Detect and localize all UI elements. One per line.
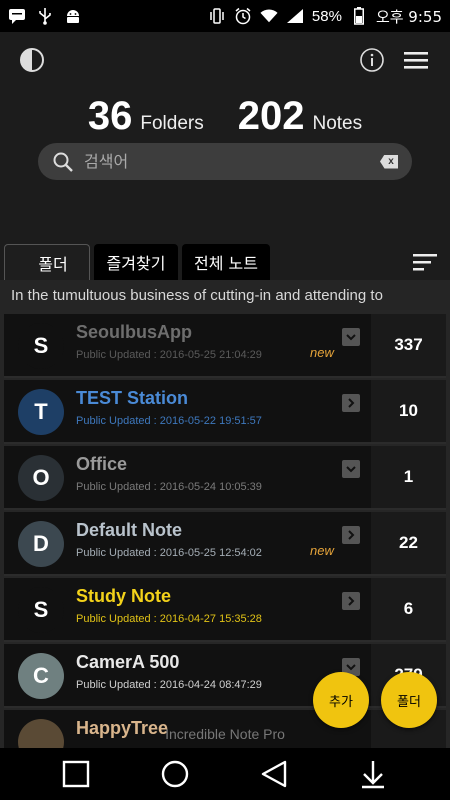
square-icon <box>62 760 90 788</box>
tab-favorites[interactable]: 즐겨찾기 <box>94 244 178 280</box>
back-button[interactable] <box>258 758 290 790</box>
chevron-right-icon <box>348 530 355 540</box>
summary-counts: 36 Folders 202 Notes <box>0 94 450 139</box>
chevron-down-icon <box>346 664 356 671</box>
tab-all-notes-label: 전체 노트 <box>194 254 258 273</box>
folder-title: CamerA 500 <box>76 652 180 672</box>
folder-title: Default Note <box>76 520 183 540</box>
folder-list-item[interactable]: T TEST Station Public Updated : 2016-05-22… <box>4 380 446 444</box>
top-bar <box>0 32 450 90</box>
folder-avatar: S <box>18 587 64 633</box>
tab-all-notes[interactable]: 전체 노트 <box>182 244 270 280</box>
clear-search-button[interactable]: x <box>380 154 398 169</box>
expand-button[interactable] <box>342 394 360 412</box>
info-icon <box>360 48 384 72</box>
note-count: 10 <box>371 380 446 442</box>
folder-updated-date: Public Updated : 2016-05-25 12:54:02 <box>76 547 262 559</box>
folder-list-item[interactable]: C CamerA 500 Public Updated : 2016-04-24 0… <box>4 644 446 708</box>
folder-avatar: D <box>18 521 64 567</box>
folder-list-item[interactable]: O Office Public Updated : 2016-05-24 10:05… <box>4 446 446 510</box>
vibrate-icon <box>208 7 226 25</box>
chevron-right-icon <box>348 398 355 408</box>
circle-icon <box>161 760 189 788</box>
wifi-icon <box>260 7 278 25</box>
new-badge: new <box>310 543 334 558</box>
folder-title: Office <box>76 454 128 474</box>
tab-folders-label: 폴더 <box>38 254 68 274</box>
home-button[interactable] <box>159 758 191 790</box>
folder-title: TEST Station <box>76 388 188 408</box>
folder-updated-date: Public Updated : 2016-05-25 21:04:29 <box>76 349 262 361</box>
folder-title: SeoulbusApp <box>76 322 192 342</box>
search-bar: x <box>38 143 412 180</box>
info-button[interactable] <box>358 46 386 74</box>
app-name-label: Incredible Note Pro <box>165 726 285 742</box>
chevron-down-icon <box>346 466 356 473</box>
sort-icon <box>413 254 437 271</box>
expand-button[interactable] <box>342 328 360 346</box>
folder-list-area: In the tumultuous business of cutting-in… <box>0 280 450 748</box>
arrow-down-icon <box>362 761 384 789</box>
theme-toggle-button[interactable] <box>18 46 46 74</box>
app-screen: 36 Folders 202 Notes x 폴더 즐겨찾기 전체 노트 In … <box>0 32 450 748</box>
folder-list-item[interactable]: S SeoulbusApp Public Updated : 2016-05-25 … <box>4 314 446 378</box>
recent-apps-button[interactable] <box>60 758 92 790</box>
tab-bar: 폴더 즐겨찾기 전체 노트 <box>0 242 450 280</box>
expand-button[interactable] <box>342 592 360 610</box>
contrast-icon <box>20 48 44 72</box>
chevron-down-icon <box>346 334 356 341</box>
folder-updated-date: Public Updated : 2016-04-24 08:47:29 <box>76 679 262 691</box>
folder-updated-date: Public Updated : 2016-05-22 19:51:57 <box>76 415 262 427</box>
folder-button[interactable]: 폴더 <box>381 672 437 728</box>
folder-avatar: T <box>18 389 64 435</box>
expand-button[interactable] <box>342 526 360 544</box>
folder-updated-date: Public Updated : 2016-04-27 15:35:28 <box>76 613 262 625</box>
folders-count: 36 <box>87 94 133 138</box>
clear-icon: x <box>388 156 394 167</box>
search-input[interactable] <box>84 152 380 171</box>
clock-time: 오후 9:55 <box>375 7 442 26</box>
notes-count: 202 <box>237 94 305 138</box>
back-triangle-icon <box>261 760 287 788</box>
folder-updated-date: Public Updated : 2016-05-24 10:05:39 <box>76 481 262 493</box>
sort-button[interactable] <box>412 252 438 272</box>
alarm-icon <box>234 7 252 25</box>
folder-list-item[interactable]: S Study Note Public Updated : 2016-04-27 1… <box>4 578 446 642</box>
status-bar: 58% 오후 9:55 <box>0 0 450 32</box>
note-count: 22 <box>371 512 446 574</box>
folder-button-label: 폴더 <box>397 694 421 710</box>
tab-folders[interactable]: 폴더 <box>4 244 90 280</box>
add-button-label: 추가 <box>329 694 353 710</box>
note-count: 1 <box>371 446 446 508</box>
folder-title: Study Note <box>76 586 172 606</box>
marquee-text: In the tumultuous business of cutting-in… <box>0 280 450 310</box>
folder-list-item[interactable]: D Default Note Public Updated : 2016-05-25… <box>4 512 446 576</box>
notes-label: Notes <box>312 113 363 134</box>
signal-icon <box>286 7 304 25</box>
new-badge: new <box>310 345 334 360</box>
battery-icon <box>350 7 368 25</box>
usb-icon <box>36 7 54 25</box>
hamburger-menu-icon <box>404 52 428 69</box>
folder-avatar: C <box>18 653 64 699</box>
battery-percentage: 58% <box>311 7 342 25</box>
folder-avatar: O <box>18 455 64 501</box>
tab-favorites-label: 즐겨찾기 <box>106 254 166 273</box>
navigation-bar <box>0 748 450 800</box>
menu-button[interactable] <box>402 46 430 74</box>
add-button[interactable]: 추가 <box>313 672 369 728</box>
note-count: 6 <box>371 578 446 640</box>
note-count: 337 <box>371 314 446 376</box>
folders-label: Folders <box>140 113 204 134</box>
hide-navbar-button[interactable] <box>357 758 389 790</box>
message-icon <box>8 7 26 25</box>
android-debug-icon <box>64 7 82 25</box>
chevron-right-icon <box>348 596 355 606</box>
folder-avatar: S <box>18 323 64 369</box>
expand-button[interactable] <box>342 460 360 478</box>
search-icon <box>53 152 73 172</box>
